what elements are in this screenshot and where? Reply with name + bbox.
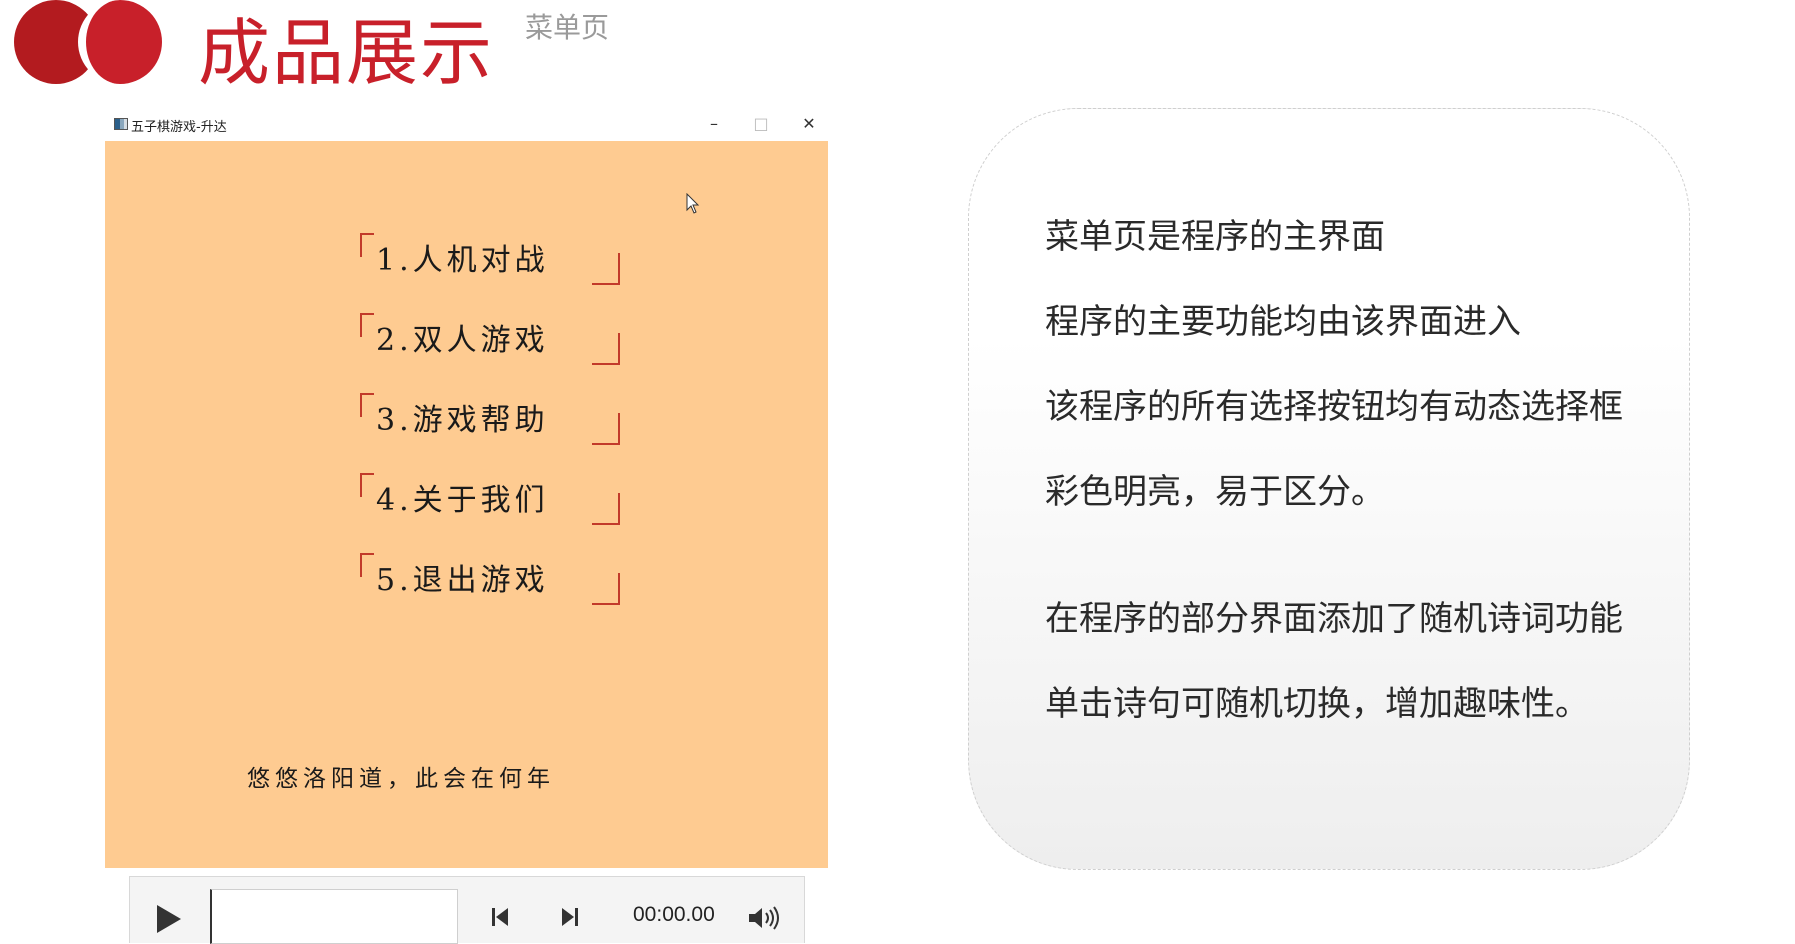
selection-bracket-bottom-right	[592, 413, 620, 445]
window-titlebar: 五子棋游戏-升达 – □ ✕	[105, 108, 828, 141]
menu-item-exit[interactable]: 5.退出游戏	[360, 553, 620, 605]
menu-item-two-player[interactable]: 2.双人游戏	[360, 313, 620, 365]
page-subtitle: 菜单页	[525, 11, 610, 44]
selection-bracket-bottom-right	[592, 253, 620, 285]
description-panel: 菜单页是程序的主界面 程序的主要功能均由该界面进入 该程序的所有选择按钮均有动态…	[968, 108, 1690, 870]
selection-bracket-bottom-right	[592, 573, 620, 605]
next-icon[interactable]	[558, 907, 580, 931]
description-line: 单击诗句可随机切换，增加趣味性。	[1045, 684, 1589, 724]
menu-item-label: 5.退出游戏	[376, 563, 549, 598]
play-icon[interactable]	[154, 903, 184, 939]
random-poem-line[interactable]: 悠悠洛阳道，此会在何年	[247, 759, 555, 793]
selection-bracket-top-left	[360, 313, 374, 337]
menu-item-about[interactable]: 4.关于我们	[360, 473, 620, 525]
menu-item-help[interactable]: 3.游戏帮助	[360, 393, 620, 445]
volume-icon[interactable]	[747, 905, 781, 935]
mouse-cursor-icon	[686, 192, 702, 219]
page-title: 成品展示	[198, 11, 495, 95]
menu-item-label: 2.双人游戏	[376, 323, 549, 358]
description-line: 菜单页是程序的主界面	[1045, 217, 1385, 257]
selection-bracket-top-left	[360, 233, 374, 257]
selection-bracket-bottom-right	[592, 493, 620, 525]
menu-item-label: 3.游戏帮助	[376, 403, 549, 438]
menu-screen: 1.人机对战 2.双人游戏 3.游戏帮助 4.关于我们 5.退出游戏 悠悠洛阳道…	[105, 141, 828, 868]
app-icon	[114, 118, 128, 130]
description-line: 该程序的所有选择按钮均有动态选择框	[1045, 387, 1623, 427]
selection-bracket-top-left	[360, 393, 374, 417]
seek-bar[interactable]	[210, 889, 458, 944]
logo	[14, 0, 162, 84]
menu-item-label: 1.人机对战	[376, 243, 549, 278]
logo-circle-right	[78, 0, 162, 84]
description-line: 程序的主要功能均由该界面进入	[1045, 302, 1521, 342]
selection-bracket-top-left	[360, 553, 374, 577]
media-player-bar: 00:00.00	[129, 876, 805, 944]
time-display: 00:00.00	[633, 903, 715, 926]
selection-bracket-top-left	[360, 473, 374, 497]
menu-item-vs-computer[interactable]: 1.人机对战	[360, 233, 620, 285]
description-line: 彩色明亮，易于区分。	[1045, 472, 1385, 512]
selection-bracket-bottom-right	[592, 333, 620, 365]
menu-item-label: 4.关于我们	[376, 483, 549, 518]
window-title: 五子棋游戏-升达	[131, 120, 227, 135]
maximize-button[interactable]: □	[745, 112, 777, 136]
close-button[interactable]: ✕	[793, 112, 825, 136]
previous-icon[interactable]	[490, 907, 512, 931]
game-window: 五子棋游戏-升达 – □ ✕ 1.人机对战 2.双人游戏 3.游戏帮助 4.关于…	[105, 108, 828, 868]
minimize-button[interactable]: –	[698, 112, 730, 136]
description-line: 在程序的部分界面添加了随机诗词功能	[1045, 599, 1623, 639]
